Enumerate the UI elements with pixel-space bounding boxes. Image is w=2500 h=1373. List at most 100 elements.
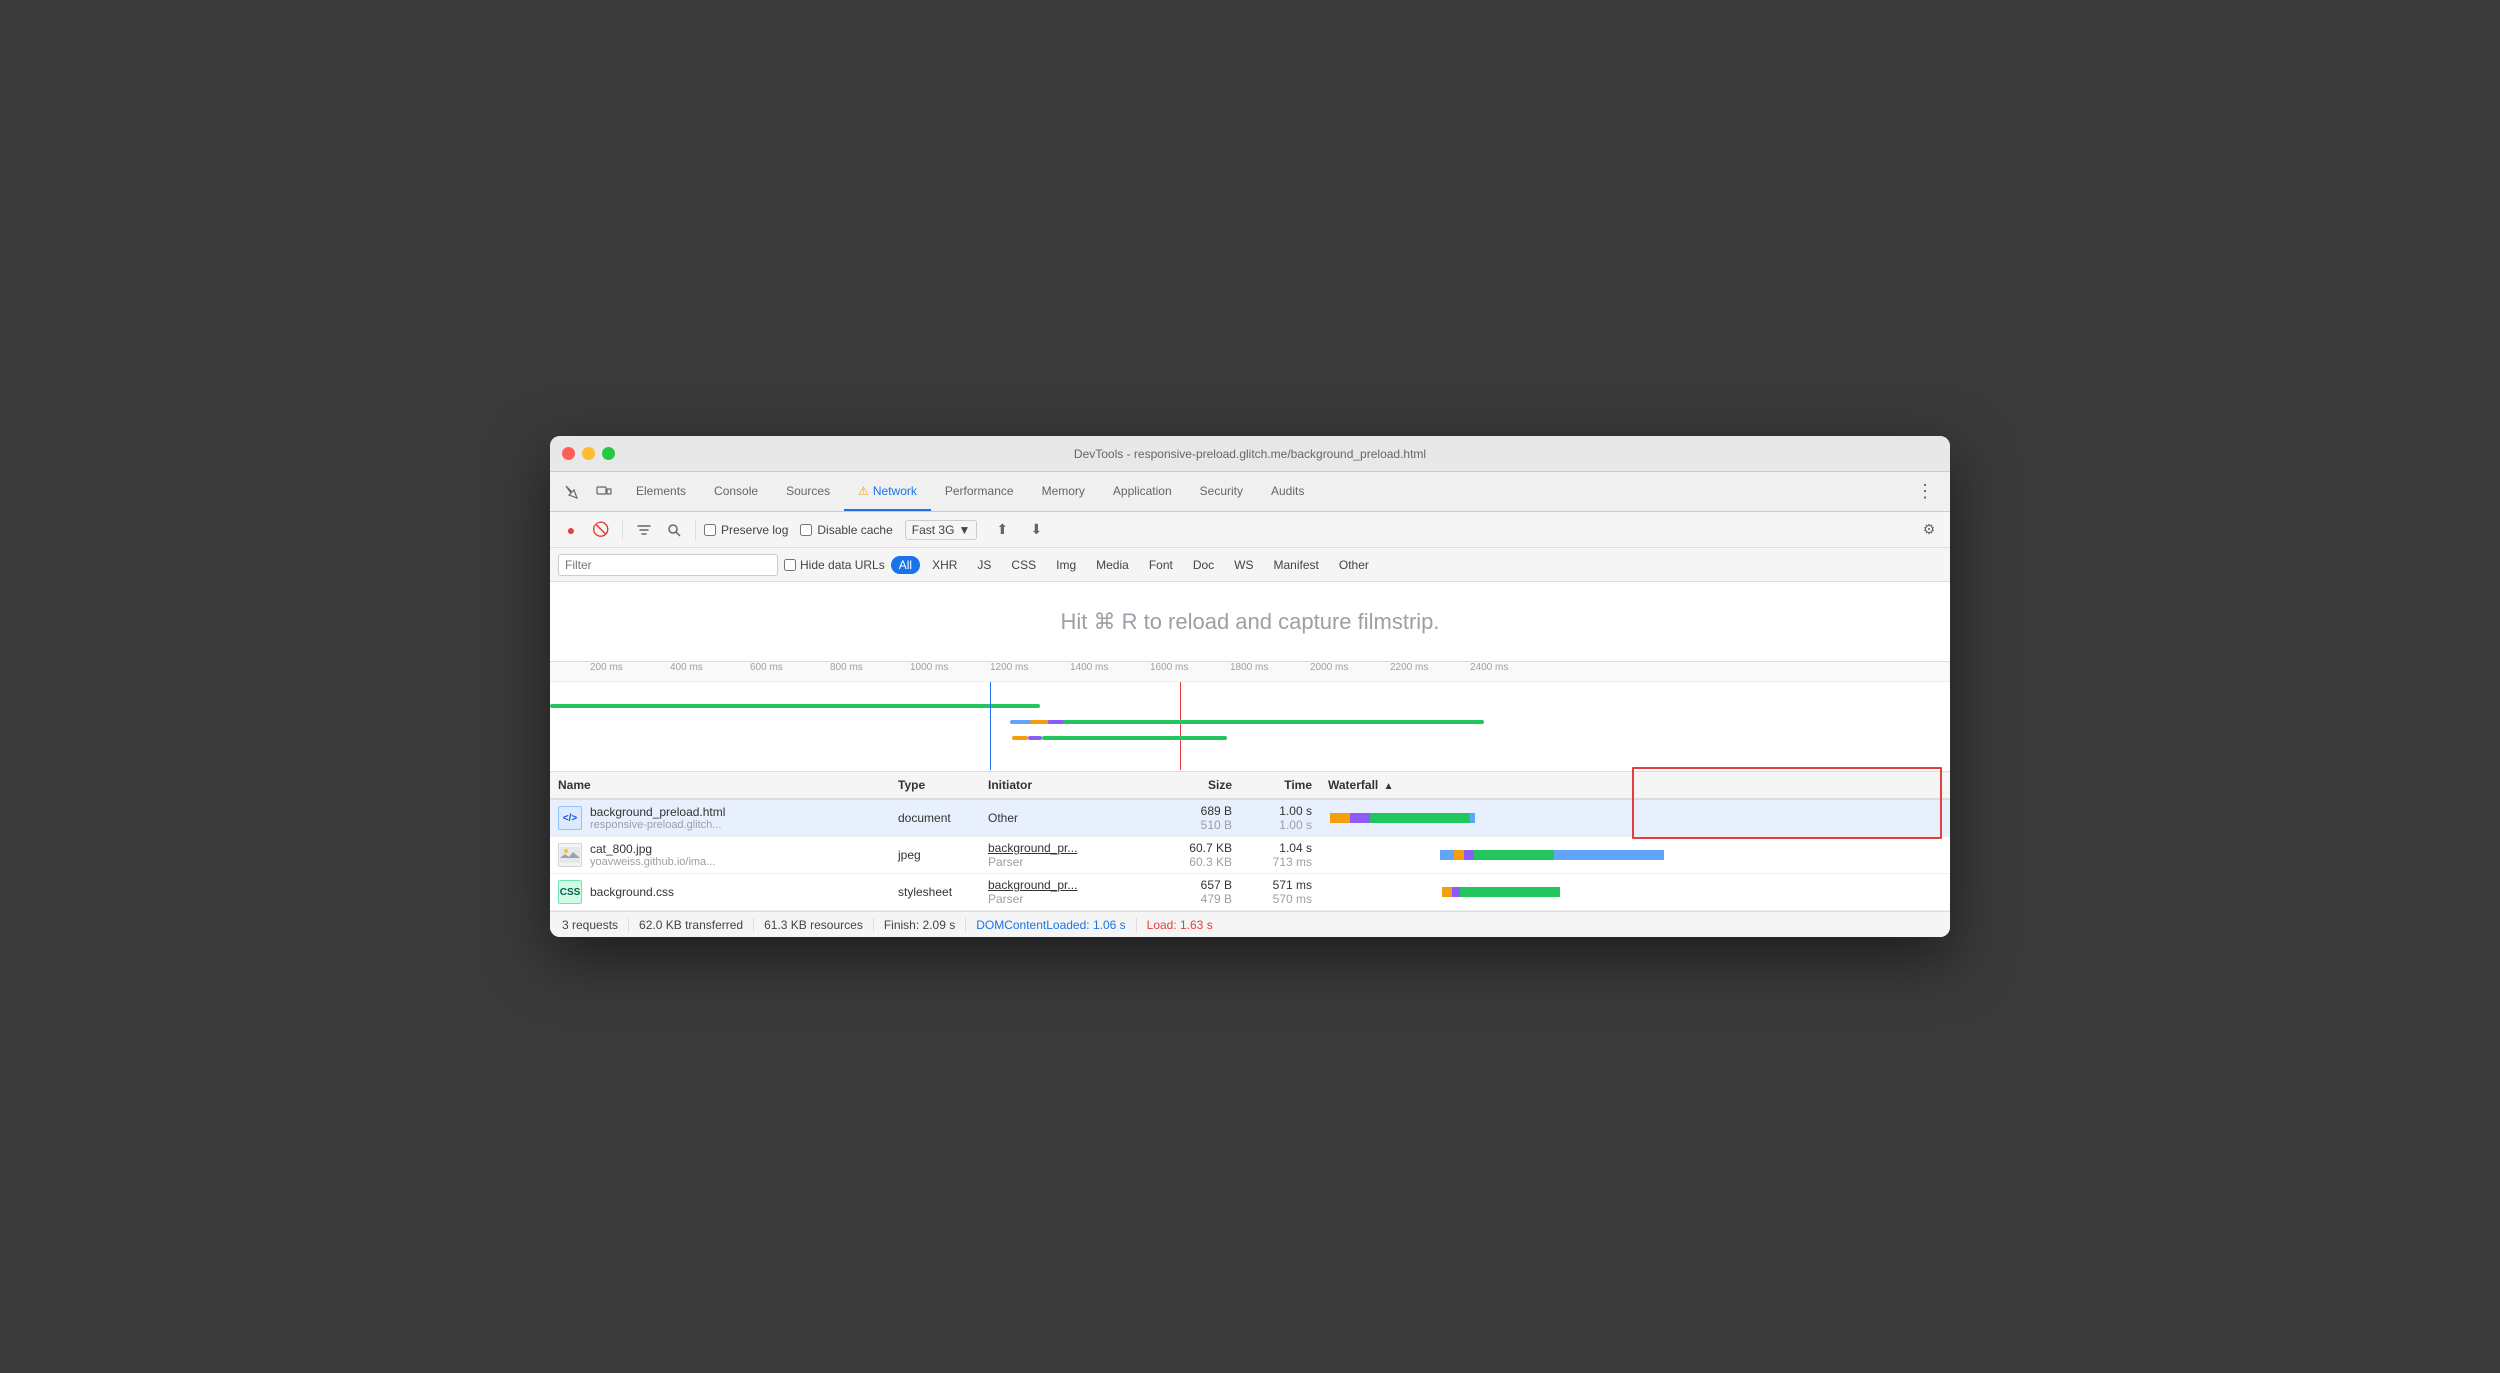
th-time[interactable]: Time — [1240, 772, 1320, 798]
filmstrip-hint-text: Hit ⌘ R to reload and capture filmstrip. — [1060, 609, 1439, 635]
tick-1600ms: 1600 ms — [1150, 662, 1188, 673]
th-type[interactable]: Type — [890, 772, 980, 798]
td-initiator-2: background_pr... Parser — [980, 837, 1140, 873]
file-icon-css: CSS — [558, 880, 582, 904]
wf-seg-dns-2 — [1454, 850, 1464, 860]
initiator-link-2[interactable]: background_pr... — [988, 841, 1077, 855]
filter-button[interactable] — [631, 517, 657, 543]
disable-cache-checkbox[interactable] — [800, 524, 812, 536]
status-dom-content: DOMContentLoaded: 1.06 s — [966, 918, 1136, 932]
chevron-down-icon: ▼ — [958, 523, 970, 537]
wf-seg-ttfb-3 — [1460, 887, 1560, 897]
tab-application[interactable]: Application — [1099, 472, 1186, 511]
th-size[interactable]: Size — [1140, 772, 1240, 798]
timeline-bar-green-3 — [1042, 736, 1227, 740]
sort-arrow-icon: ▲ — [1384, 781, 1394, 792]
filter-chip-img[interactable]: Img — [1048, 556, 1084, 574]
settings-button[interactable]: ⚙ — [1916, 517, 1942, 543]
titlebar: DevTools - responsive-preload.glitch.me/… — [550, 436, 1950, 472]
device-toggle-icon[interactable] — [590, 478, 618, 506]
settings-icon[interactable]: ⚙ — [1916, 517, 1942, 543]
preserve-log-label[interactable]: Preserve log — [704, 523, 788, 537]
table-header: Name Type Initiator Size Time Waterfall … — [550, 772, 1950, 800]
tab-console[interactable]: Console — [700, 472, 772, 511]
initiator-link-3[interactable]: background_pr... — [988, 878, 1077, 892]
filter-chip-xhr[interactable]: XHR — [924, 556, 965, 574]
filename-3: background.css — [590, 885, 674, 899]
table-row[interactable]: </> background_preload.html responsive-p… — [550, 800, 1950, 837]
table-row[interactable]: CSS background.css stylesheet background… — [550, 874, 1950, 911]
tick-1200ms: 1200 ms — [990, 662, 1028, 673]
filter-chip-font[interactable]: Font — [1141, 556, 1181, 574]
td-size-1: 689 B 510 B — [1140, 800, 1240, 836]
search-button[interactable] — [661, 517, 687, 543]
tick-600ms: 600 ms — [750, 662, 783, 673]
filter-chip-other[interactable]: Other — [1331, 556, 1377, 574]
upload-button[interactable]: ⬆ — [989, 517, 1015, 543]
tab-sources[interactable]: Sources — [772, 472, 844, 511]
tick-1400ms: 1400 ms — [1070, 662, 1108, 673]
wf-seg-download-1 — [1470, 813, 1475, 823]
clear-button[interactable]: 🚫 — [588, 517, 614, 543]
tab-network[interactable]: ⚠ Network — [844, 472, 931, 511]
filter-chip-all[interactable]: All — [891, 556, 920, 574]
devtools-tab-bar: Elements Console Sources ⚠ Network Perfo… — [550, 472, 1950, 512]
td-type-2: jpeg — [890, 837, 980, 873]
filmstrip-hint: Hit ⌘ R to reload and capture filmstrip. — [550, 582, 1950, 662]
td-initiator-1: Other — [980, 800, 1140, 836]
timeline-bar-green-2 — [1064, 720, 1484, 724]
tab-elements[interactable]: Elements — [622, 472, 700, 511]
td-name-1: </> background_preload.html responsive-p… — [550, 800, 890, 836]
more-tabs-button[interactable]: ⋮ — [1908, 481, 1942, 502]
th-initiator[interactable]: Initiator — [980, 772, 1140, 798]
record-button[interactable]: ● — [558, 517, 584, 543]
filter-chip-ws[interactable]: WS — [1226, 556, 1261, 574]
maximize-button[interactable] — [602, 447, 615, 460]
tab-performance[interactable]: Performance — [931, 472, 1028, 511]
filter-chip-js[interactable]: JS — [969, 556, 999, 574]
wf-seg-ttfb-1 — [1370, 813, 1470, 823]
disable-cache-label[interactable]: Disable cache — [800, 523, 892, 537]
close-button[interactable] — [562, 447, 575, 460]
inspect-icon[interactable] — [558, 478, 586, 506]
timeline-bar-purple-2 — [1048, 720, 1064, 724]
tab-list: Elements Console Sources ⚠ Network Perfo… — [622, 472, 1908, 511]
tab-security[interactable]: Security — [1186, 472, 1257, 511]
filename-sub-2: yoavweiss.github.io/ima... — [590, 856, 715, 868]
th-waterfall[interactable]: Waterfall ▲ — [1320, 772, 1950, 798]
timeline-bar-orange-2 — [1030, 720, 1048, 724]
timeline-ruler: 200 ms 400 ms 600 ms 800 ms 1000 ms 1200… — [550, 662, 1950, 682]
th-name[interactable]: Name — [550, 772, 890, 798]
wf-seg-ssl-3 — [1452, 887, 1460, 897]
upload-download-group: ⬆ ⬇ — [989, 517, 1049, 543]
tick-1800ms: 1800 ms — [1230, 662, 1268, 673]
download-button[interactable]: ⬇ — [1023, 517, 1049, 543]
filter-bar: Hide data URLs All XHR JS CSS Img Media … — [550, 548, 1950, 582]
wf-seg-download-2 — [1554, 850, 1664, 860]
status-requests: 3 requests — [562, 918, 629, 932]
throttle-select[interactable]: Fast 3G ▼ — [905, 520, 978, 540]
filter-chip-media[interactable]: Media — [1088, 556, 1137, 574]
tab-memory[interactable]: Memory — [1028, 472, 1099, 511]
minimize-button[interactable] — [582, 447, 595, 460]
hide-data-urls-label[interactable]: Hide data URLs — [784, 558, 885, 572]
window-title: DevTools - responsive-preload.glitch.me/… — [1074, 447, 1426, 461]
filter-input[interactable] — [558, 554, 778, 576]
timeline-bar-orange-3 — [1012, 736, 1028, 740]
filter-chip-manifest[interactable]: Manifest — [1266, 556, 1327, 574]
td-waterfall-2 — [1320, 837, 1950, 873]
filter-chip-doc[interactable]: Doc — [1185, 556, 1222, 574]
tab-audits[interactable]: Audits — [1257, 472, 1318, 511]
table-row[interactable]: cat_800.jpg yoavweiss.github.io/ima... j… — [550, 837, 1950, 874]
wf-seg-dns-3 — [1442, 887, 1452, 897]
preserve-log-checkbox[interactable] — [704, 524, 716, 536]
hide-data-urls-checkbox[interactable] — [784, 559, 796, 571]
tick-400ms: 400 ms — [670, 662, 703, 673]
tick-2200ms: 2200 ms — [1390, 662, 1428, 673]
tick-1000ms: 1000 ms — [910, 662, 948, 673]
traffic-lights — [562, 447, 615, 460]
network-toolbar: ● 🚫 Preserve log Disable cache Fast 3G ▼… — [550, 512, 1950, 548]
filter-chip-css[interactable]: CSS — [1003, 556, 1044, 574]
timeline-container: 200 ms 400 ms 600 ms 800 ms 1000 ms 1200… — [550, 662, 1950, 772]
tick-2400ms: 2400 ms — [1470, 662, 1508, 673]
